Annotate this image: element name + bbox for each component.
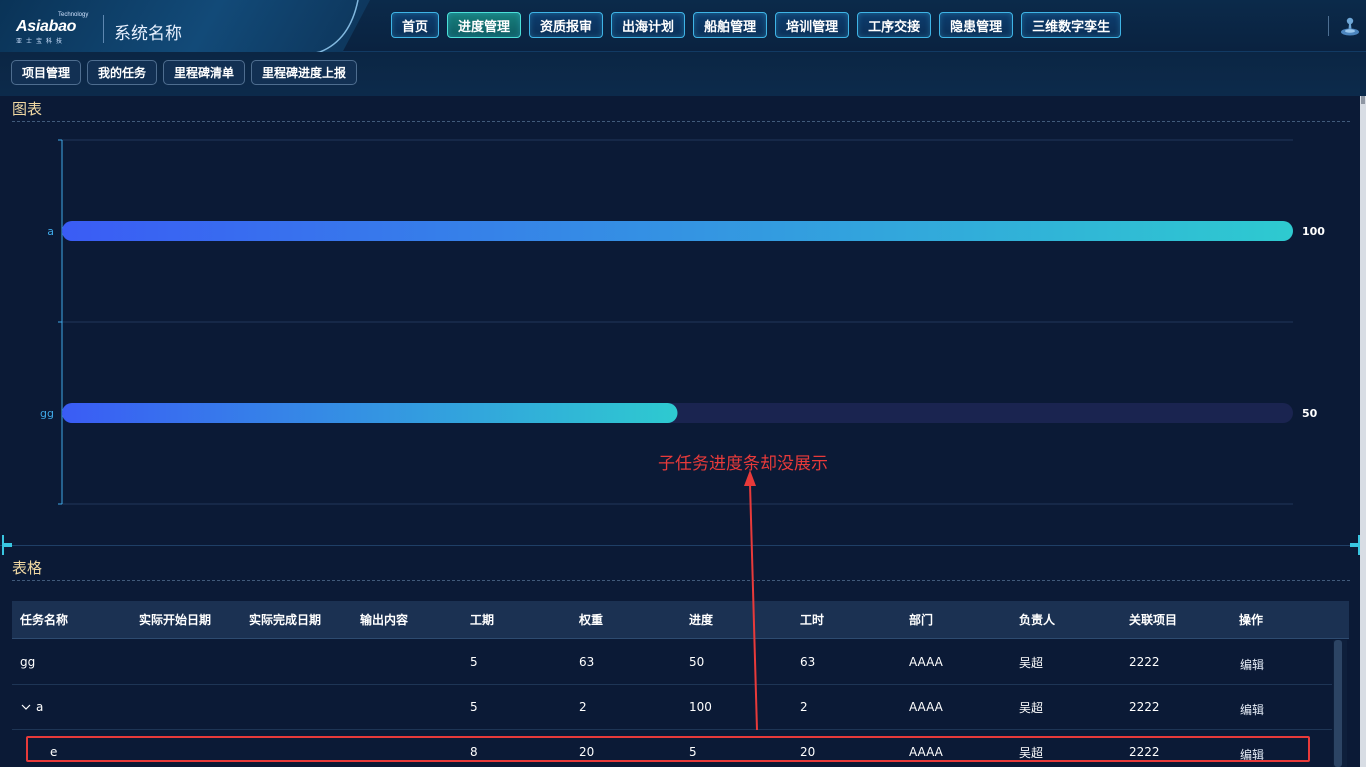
corner-decoration-right-top — [1350, 535, 1360, 545]
cell-weight: 20 — [579, 745, 595, 759]
task-table: 任务名称 实际开始日期 实际完成日期 输出内容 工期 权重 进度 工时 部门 负… — [12, 601, 1349, 767]
table-row: a 5 2 100 2 AAAA 吴超 2222 编辑 — [12, 685, 1332, 730]
cell-hours: 2 — [800, 700, 808, 714]
cell-department: AAAA — [909, 655, 943, 669]
bar-value-label: 50 — [1302, 407, 1318, 420]
category-label: gg — [40, 407, 54, 420]
cell-owner: 吴超 — [1019, 655, 1044, 670]
logo-word: Asiabao — [16, 18, 77, 35]
cell-task-name: a — [36, 700, 44, 714]
cell-owner: 吴超 — [1019, 745, 1044, 760]
page-scrollbar[interactable] — [1360, 96, 1366, 767]
cell-duration: 5 — [470, 655, 478, 669]
nav-ship-management[interactable]: 船舶管理 — [693, 12, 768, 38]
bar-a — [62, 221, 1293, 241]
brand-divider — [103, 15, 104, 43]
col-task-name: 任务名称 — [20, 613, 69, 627]
progress-bar-chart: gg a 50 100 — [40, 139, 1325, 505]
edit-link[interactable]: 编辑 — [1240, 656, 1264, 673]
nav-digital-twin[interactable]: 三维数字孪生 — [1021, 12, 1122, 38]
table-row-child: e 8 20 5 20 AAAA 吴超 2222 编辑 — [12, 730, 1332, 767]
cell-owner: 吴超 — [1019, 700, 1044, 715]
nav-process-handover[interactable]: 工序交接 — [857, 12, 932, 38]
cell-task-name-wrap: a — [20, 685, 43, 729]
cell-task-name: gg — [20, 655, 36, 669]
cell-project: 2222 — [1129, 655, 1160, 669]
table-header: 任务名称 实际开始日期 实际完成日期 输出内容 工期 权重 进度 工时 部门 负… — [12, 601, 1349, 639]
subnav-project-management[interactable]: 项目管理 — [11, 60, 82, 85]
col-department: 部门 — [909, 613, 934, 627]
nav-home[interactable]: 首页 — [391, 12, 440, 38]
main-nav: 首页 进度管理 资质报审 出海计划 船舶管理 培训管理 工序交接 隐患管理 三维… — [391, 12, 1122, 38]
nav-sea-plan[interactable]: 出海计划 — [611, 12, 686, 38]
annotation-text: 子任务进度条却没展示 — [658, 454, 828, 474]
cell-hours: 20 — [800, 745, 816, 759]
cell-duration: 8 — [470, 745, 478, 759]
header-separator — [1328, 16, 1329, 36]
corner-decoration-left-bottom — [2, 545, 12, 555]
category-label: a — [47, 225, 54, 238]
table-scrollbar-thumb[interactable] — [1334, 640, 1342, 767]
cell-progress: 5 — [689, 745, 697, 759]
corner-decoration-left-top — [2, 535, 12, 545]
cell-project: 2222 — [1129, 745, 1160, 759]
nav-training-management[interactable]: 培训管理 — [775, 12, 850, 38]
col-action: 操作 — [1239, 613, 1264, 627]
system-name: 系统名称 — [114, 24, 182, 44]
nav-progress-management[interactable]: 进度管理 — [447, 12, 522, 38]
col-output: 输出内容 — [360, 613, 409, 627]
page-scrollbar-thumb[interactable] — [1361, 96, 1365, 104]
logo-sub: 亚士宝科技 — [16, 38, 67, 45]
bar-value-label: 100 — [1302, 225, 1325, 238]
sub-nav: 项目管理 我的任务 里程碑清单 里程碑进度上报 — [11, 60, 358, 85]
cell-department: AAAA — [909, 745, 943, 759]
edit-link[interactable]: 编辑 — [1240, 701, 1264, 718]
panel-divider — [0, 545, 1360, 546]
col-hours: 工时 — [800, 613, 825, 627]
bar-gg — [62, 403, 678, 423]
cell-task-name: e — [50, 745, 58, 759]
table-row: gg 5 63 50 63 AAAA 吴超 2222 编辑 — [12, 640, 1332, 685]
logo: Technology Asiabao 亚士宝科技 — [14, 12, 90, 45]
subnav-my-tasks[interactable]: 我的任务 — [87, 60, 158, 85]
col-actual-end: 实际完成日期 — [249, 613, 322, 627]
chevron-down-icon[interactable] — [20, 702, 32, 712]
cell-progress: 50 — [689, 655, 705, 669]
subnav-milestone-list[interactable]: 里程碑清单 — [163, 60, 246, 85]
cell-project: 2222 — [1129, 700, 1160, 714]
col-actual-start: 实际开始日期 — [139, 613, 212, 627]
edit-link[interactable]: 编辑 — [1240, 746, 1264, 763]
chart-axis: gg a — [40, 139, 63, 505]
col-progress: 进度 — [689, 613, 714, 627]
col-weight: 权重 — [579, 613, 604, 627]
table-panel-title: 表格 — [12, 559, 43, 577]
user-icon[interactable] — [1339, 14, 1361, 38]
cell-hours: 63 — [800, 655, 816, 669]
cell-progress: 100 — [689, 700, 712, 714]
corner-decoration-right-bottom — [1350, 545, 1360, 555]
col-owner: 负责人 — [1019, 613, 1056, 627]
col-duration: 工期 — [470, 613, 495, 627]
cell-weight: 63 — [579, 655, 595, 669]
cell-weight: 2 — [579, 700, 587, 714]
cell-duration: 5 — [470, 700, 478, 714]
nav-hazard-management[interactable]: 隐患管理 — [939, 12, 1014, 38]
col-project: 关联项目 — [1129, 613, 1178, 627]
table-title-divider — [12, 580, 1350, 581]
cell-department: AAAA — [909, 700, 943, 714]
subnav-milestone-report[interactable]: 里程碑进度上报 — [251, 60, 358, 85]
nav-qualification-review[interactable]: 资质报审 — [529, 12, 604, 38]
